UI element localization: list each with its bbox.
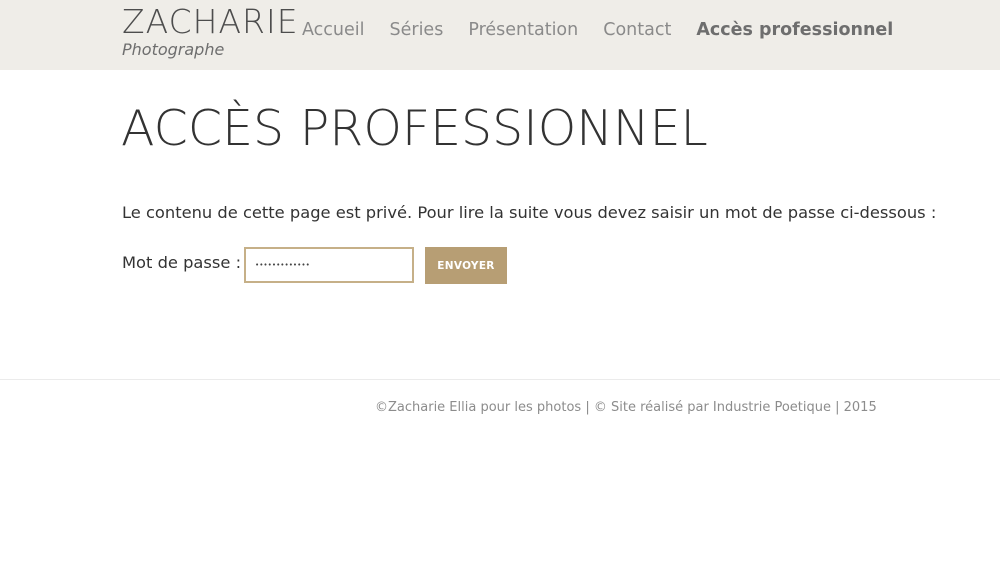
footer-divider [0, 379, 1000, 380]
submit-button[interactable]: ENVOYER [425, 247, 507, 284]
footer-copyright-symbol: © [593, 400, 607, 415]
nav-item-contact[interactable]: Contact [603, 18, 671, 42]
page-title: ACCÈS PROFESSIONNEL [121, 100, 708, 157]
password-label: Mot de passe : [122, 253, 242, 272]
nav-item-presentation[interactable]: Présentation [468, 18, 578, 42]
private-content-notice: Le contenu de cette page est privé. Pour… [122, 203, 937, 222]
footer-separator: | [585, 400, 590, 415]
nav-item-series[interactable]: Séries [390, 18, 444, 42]
site-logo[interactable]: ZACHARIE Photographe [122, 2, 299, 59]
footer-photo-credit: ©Zacharie Ellia pour les photos [375, 400, 582, 415]
nav-item-accueil[interactable]: Accueil [302, 18, 365, 42]
logo-subtitle: Photographe [122, 40, 225, 59]
site-header: ZACHARIE Photographe Accueil Séries Prés… [0, 0, 1000, 70]
nav-item-acces-professionnel[interactable]: Accès professionnel [696, 18, 893, 42]
footer-year: 2015 [843, 400, 877, 415]
footer-separator: | [835, 400, 840, 415]
footer-site-credit-link[interactable]: Site réalisé par Industrie Poetique [611, 400, 831, 415]
site-footer: ©Zacharie Ellia pour les photos | © Site… [375, 398, 877, 418]
logo-name: ZACHARIE [122, 2, 299, 41]
main-nav: Accueil Séries Présentation Contact Accè… [302, 18, 893, 42]
password-input[interactable] [244, 247, 414, 283]
